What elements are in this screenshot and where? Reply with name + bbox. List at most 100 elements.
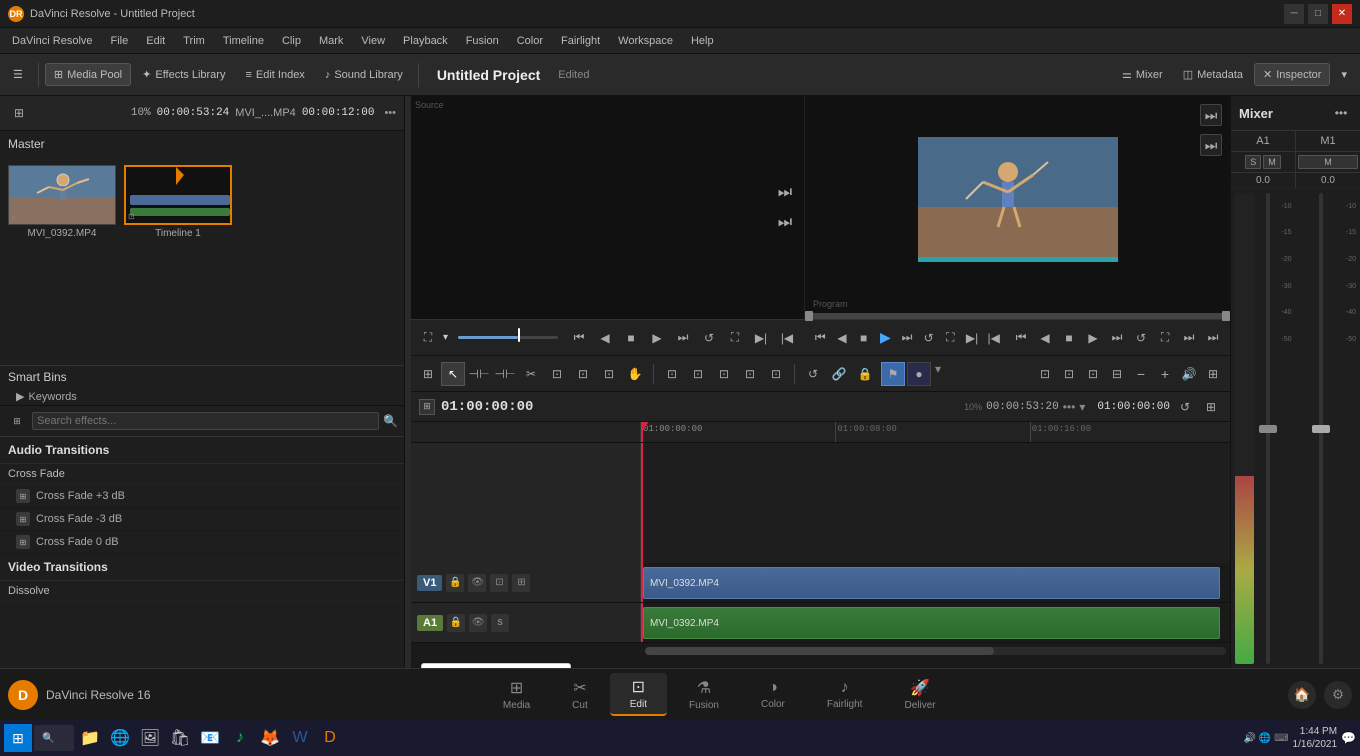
nav-color[interactable]: ◑ Color [741,675,805,714]
v1-lock-btn[interactable]: 🔒 [446,574,464,592]
insert-edit-btn[interactable]: ⊡ [660,362,684,386]
menu-timeline[interactable]: Timeline [215,33,272,49]
a1-eye-btn[interactable]: 👁 [469,614,487,632]
source-loop[interactable]: ↺ [698,327,720,349]
v1-output-btn[interactable]: ⊡ [490,574,508,592]
menu-view[interactable]: View [353,33,393,49]
zoom-minus[interactable]: − [1130,363,1152,385]
dissolve-subsection[interactable]: Dissolve [0,581,404,602]
ellipsis-btn[interactable]: ••• [384,107,396,119]
nav-cut[interactable]: ✂ Cut [552,674,608,715]
source-fit-btn[interactable]: ⛶ [417,327,439,349]
clip-thumbnail[interactable]: ♪ MVI_0392.MP4 [8,165,116,357]
media-pool-button[interactable]: ⊞ Media Pool [45,63,131,86]
warp-tool[interactable]: ⊡ [597,362,621,386]
v1-clip[interactable]: MVI_0392.MP4 [643,567,1220,599]
taskbar-app-explorer[interactable]: 📁 [76,724,104,752]
effects-search-input[interactable] [32,412,379,430]
expand-button[interactable]: ▾ [1332,63,1356,86]
effect-item-crossfade-0[interactable]: ⊞ Cross Fade 0 dB [0,531,404,554]
nav-fairlight[interactable]: ♪ Fairlight [807,675,883,714]
taskbar-app-davinci[interactable]: D [316,724,344,752]
menu-fairlight[interactable]: Fairlight [553,33,608,49]
replace-edit-btn[interactable]: ⊡ [712,362,736,386]
source-mark-in[interactable]: ▶| [750,327,772,349]
trim-tool[interactable]: ⊣⊢ [467,362,491,386]
tc-chevron[interactable]: ▾ [1079,400,1085,414]
mixer-a1-fader-handle[interactable] [1259,425,1277,433]
mixer-m1-fader-track[interactable] [1319,193,1323,664]
program-play[interactable]: ▶ [876,327,895,349]
nav-fusion[interactable]: ⚗ Fusion [669,674,739,715]
source-play-start[interactable]: ⏮ [568,327,590,349]
source-scrubbar[interactable] [458,336,558,339]
panel-size-btn[interactable]: ⊞ [6,410,28,432]
a1-s-btn[interactable]: S [491,614,509,632]
source-nav-up[interactable]: ⏭ [774,182,796,204]
mixer-button[interactable]: ⚌ Mixer [1113,63,1172,86]
program-go-end[interactable]: ⏭ [898,327,917,349]
menu-fusion[interactable]: Fusion [458,33,507,49]
edit-index-button[interactable]: ≡ Edit Index [236,64,313,86]
inspector-button[interactable]: ✕ Inspector [1254,63,1330,86]
menu-trim[interactable]: Trim [175,33,213,49]
menu-file[interactable]: File [103,33,137,49]
menu-mark[interactable]: Mark [311,33,351,49]
mixer-options-btn[interactable]: ••• [1330,102,1352,124]
program-loop2[interactable]: ↺ [1130,327,1152,349]
zoom-ruler[interactable]: ⊟ [1106,363,1128,385]
program-fullscreen[interactable]: ⛶ [941,327,960,349]
zoom-out-view[interactable]: ⊡ [1082,363,1104,385]
taskbar-app-edge[interactable]: 🌐 [106,724,134,752]
taskbar-app-store[interactable]: 🛍 [166,724,194,752]
program-fullscr2[interactable]: ⛶ [1154,327,1176,349]
panel-toggle-btn[interactable]: ⊞ [8,102,30,124]
v1-style-btn[interactable]: ⊞ [512,574,530,592]
program-last[interactable]: ⏭ [1202,327,1224,349]
overwrite-edit-btn[interactable]: ⊡ [686,362,710,386]
taskbar-app-mail[interactable]: 📧 [196,724,224,752]
mixer-a1-s-btn[interactable]: S [1245,155,1261,169]
program-loop[interactable]: ↺ [919,327,938,349]
program-nav-up[interactable]: ⏭ [1200,104,1222,126]
smart-bins-label[interactable]: Smart Bins [0,365,404,388]
window-controls[interactable]: ─ □ ✕ [1284,4,1352,24]
color-btn[interactable]: ● [907,362,931,386]
taskbar-app-word[interactable]: W [286,724,314,752]
source-mark-out[interactable]: |◀ [776,327,798,349]
menu-clip[interactable]: Clip [274,33,309,49]
timeline-options-btn[interactable]: ⊞ [1200,396,1222,418]
maximize-button[interactable]: □ [1308,4,1328,24]
taskbar-app-photos[interactable]: 🖼 [136,724,164,752]
sound-library-button[interactable]: ♪ Sound Library [316,64,412,86]
taskbar-app-firefox[interactable]: 🦊 [256,724,284,752]
zoom-to-fit[interactable]: ⊡ [1034,363,1056,385]
menu-playback[interactable]: Playback [395,33,456,49]
zoom-plus[interactable]: + [1154,363,1176,385]
flag-btn[interactable]: ⚑ [881,362,905,386]
program-prev-frame[interactable]: ▶| [963,327,982,349]
minimize-button[interactable]: ─ [1284,4,1304,24]
zoom-in-clip[interactable]: ⊡ [1058,363,1080,385]
program-stop[interactable]: ■ [854,327,873,349]
program-prev-clip[interactable]: ⏮ [1010,327,1032,349]
mixer-a1-fader-track[interactable] [1266,193,1270,664]
menu-davinci[interactable]: DaVinci Resolve [4,33,101,49]
timeline-ruler[interactable]: 01:00:00:00 01:00:08:00 01:00:16:00 [641,422,1230,442]
audio-meter[interactable]: 🔊 [1178,363,1200,385]
timeline-scrollbar[interactable] [645,647,1226,655]
notification-icon[interactable]: 💬 [1341,731,1356,745]
link-btn[interactable]: ↺ [801,362,825,386]
program-go-start[interactable]: ⏮ [811,327,830,349]
program-stop2[interactable]: ■ [1058,327,1080,349]
select-tool[interactable]: ↖ [441,362,465,386]
timeline-panel-toggle[interactable]: ⊞ [419,399,435,415]
hand-tool[interactable]: ✋ [623,362,647,386]
mixer-a1-m-btn[interactable]: M [1263,155,1281,169]
menu-color[interactable]: Color [509,33,551,49]
program-step-back[interactable]: ◀ [833,327,852,349]
slide-tool[interactable]: ⊡ [571,362,595,386]
program-rew[interactable]: ◀ [1034,327,1056,349]
source-step-back[interactable]: ◀ [594,327,616,349]
preferences-button[interactable]: ⚙ [1324,681,1352,709]
